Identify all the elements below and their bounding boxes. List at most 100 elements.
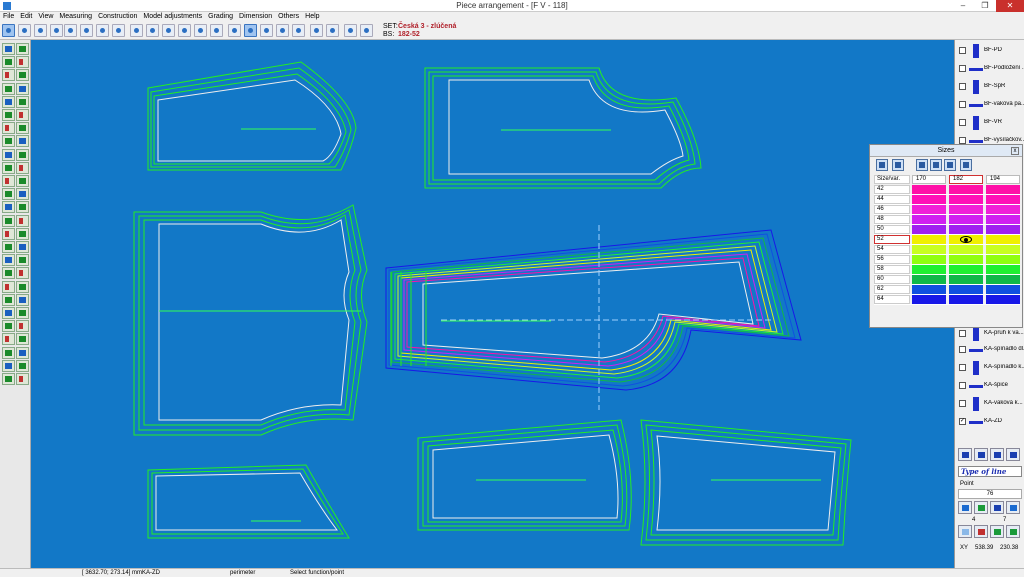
sizes-tool-button[interactable] [916, 159, 928, 171]
size-color-swatch[interactable] [986, 295, 1020, 304]
size-color-swatch[interactable] [949, 285, 983, 294]
menu-view[interactable]: View [38, 12, 53, 22]
toolbar-tool-button[interactable] [310, 24, 323, 37]
construction-tool-button[interactable] [16, 307, 29, 319]
construction-tool-button[interactable] [16, 359, 29, 372]
toolbar-tool-button[interactable] [112, 24, 125, 37]
size-color-swatch[interactable] [949, 195, 983, 204]
size-color-swatch[interactable] [912, 265, 946, 274]
size-row[interactable]: 56 [874, 255, 1020, 265]
construction-tool-button[interactable] [16, 333, 29, 346]
construction-tool-button[interactable] [16, 346, 29, 359]
size-color-swatch[interactable] [986, 265, 1020, 274]
size-color-swatch[interactable] [986, 255, 1020, 264]
piece-list-item[interactable]: BF-Podložení ... [957, 60, 1024, 78]
toolbar-tool-button[interactable] [292, 24, 305, 37]
piece-checkbox[interactable] [959, 346, 966, 353]
piece-checkbox[interactable] [959, 382, 966, 389]
construction-tool-button[interactable] [16, 109, 29, 121]
menu-model-adjustments[interactable]: Model adjustments [143, 12, 202, 22]
construction-tool-button[interactable] [2, 214, 15, 227]
piece-checkbox[interactable] [959, 364, 966, 371]
construction-tool-button[interactable] [16, 280, 29, 293]
size-row[interactable]: 48 [874, 215, 1020, 225]
piece-checkbox[interactable] [959, 137, 966, 144]
construction-tool-button[interactable] [2, 280, 15, 293]
construction-tool-button[interactable] [2, 254, 15, 267]
toolbar-tool-button[interactable] [50, 24, 63, 37]
size-color-swatch[interactable] [986, 245, 1020, 254]
construction-tool-button[interactable] [2, 333, 15, 346]
menu-measuring[interactable]: Measuring [59, 12, 92, 22]
panel-tool-button[interactable] [974, 448, 988, 461]
piece-checkbox[interactable] [959, 65, 966, 72]
sizes-tool-button[interactable] [930, 159, 942, 171]
piece-pocket-left[interactable] [147, 464, 350, 539]
minimize-button[interactable]: – [952, 0, 974, 12]
piece-list-item[interactable]: BF-vaková pa... [957, 96, 1024, 114]
piece-ka-zd-selected[interactable] [385, 225, 802, 410]
piece-list-item[interactable]: ✓ KA-ZD [957, 413, 1023, 431]
construction-tool-button[interactable] [2, 43, 15, 55]
size-color-swatch[interactable] [949, 295, 983, 304]
piece-checkbox[interactable] [959, 400, 966, 407]
piece-checkbox[interactable] [959, 47, 966, 54]
toolbar-tool-button[interactable] [64, 24, 77, 37]
size-color-swatch[interactable] [912, 205, 946, 214]
size-color-swatch[interactable] [912, 255, 946, 264]
construction-tool-button[interactable] [2, 122, 15, 135]
construction-tool-button[interactable] [2, 320, 15, 333]
size-color-swatch[interactable] [949, 255, 983, 264]
size-color-swatch[interactable] [912, 245, 946, 254]
size-row[interactable]: 42 [874, 185, 1020, 195]
construction-tool-button[interactable] [2, 135, 15, 148]
toolbar-tool-button[interactable] [244, 24, 257, 37]
size-row[interactable]: 58 [874, 265, 1020, 275]
toolbar-tool-button[interactable] [34, 24, 47, 37]
panel-tool-button[interactable] [958, 501, 972, 514]
sizes-tool-button[interactable] [876, 159, 888, 171]
construction-tool-button[interactable] [16, 267, 29, 280]
menu-edit[interactable]: Edit [20, 12, 32, 22]
size-color-swatch[interactable] [986, 285, 1020, 294]
construction-tool-button[interactable] [16, 201, 29, 214]
construction-tool-button[interactable] [2, 373, 15, 385]
construction-tool-button[interactable] [16, 227, 29, 240]
pattern-pieces[interactable] [31, 40, 954, 568]
construction-tool-button[interactable] [2, 82, 15, 95]
construction-tool-button[interactable] [16, 122, 29, 135]
size-row[interactable]: 60 [874, 275, 1020, 285]
size-color-swatch[interactable] [986, 205, 1020, 214]
panel-tool-button[interactable] [974, 501, 988, 514]
toolbar-tool-button[interactable] [260, 24, 273, 37]
size-color-swatch[interactable] [912, 185, 946, 194]
toolbar-tool-button[interactable] [130, 24, 143, 37]
piece-list-item[interactable]: KA-spínadlo k... [957, 359, 1024, 377]
toolbar-tool-button[interactable] [178, 24, 191, 37]
size-color-swatch[interactable] [949, 215, 983, 224]
piece-list-item[interactable]: BF-VR [957, 114, 1023, 132]
toolbar-tool-button[interactable] [146, 24, 159, 37]
size-color-swatch[interactable] [949, 205, 983, 214]
construction-tool-button[interactable] [2, 69, 15, 82]
construction-tool-button[interactable] [2, 188, 15, 201]
piece-list-item[interactable]: KA-vaková k... [957, 395, 1023, 413]
construction-tool-button[interactable] [2, 161, 15, 174]
size-color-swatch[interactable] [912, 215, 946, 224]
piece-list-item[interactable]: KA-špice [957, 377, 1023, 395]
size-color-swatch[interactable] [912, 225, 946, 234]
toolbar-tool-button[interactable] [194, 24, 207, 37]
menu-others[interactable]: Others [278, 12, 299, 22]
menu-grading[interactable]: Grading [208, 12, 233, 22]
size-color-swatch[interactable] [949, 265, 983, 274]
construction-tool-button[interactable] [2, 307, 15, 319]
construction-tool-button[interactable] [2, 109, 15, 121]
size-col-182[interactable]: 182 [953, 176, 963, 182]
construction-tool-button[interactable] [16, 293, 29, 306]
panel-tool-button[interactable] [958, 525, 972, 538]
construction-tool-button[interactable] [16, 320, 29, 333]
construction-tool-button[interactable] [16, 56, 29, 69]
panel-tool-button[interactable] [958, 448, 972, 461]
piece-back-upper[interactable] [147, 61, 357, 171]
piece-sleeve-left[interactable] [133, 204, 368, 436]
